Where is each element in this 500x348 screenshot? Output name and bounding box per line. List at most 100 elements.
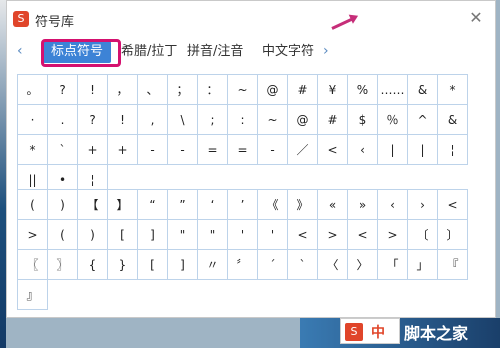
symbol-cell[interactable]: ] (168, 250, 198, 280)
window-title: 符号库 (35, 15, 75, 30)
symbol-cell[interactable]: + (78, 135, 108, 165)
symbol-cell[interactable]: ! (108, 105, 138, 135)
symbol-cell[interactable]: « (318, 190, 348, 220)
symbol-cell[interactable]: 〞 (228, 250, 258, 280)
symbol-cell[interactable]: 】 (108, 190, 138, 220)
symbol-cell[interactable]: * (18, 135, 48, 165)
prev-tab-arrow-icon[interactable]: ‹ (17, 43, 23, 59)
symbol-cell[interactable]: " (198, 220, 228, 250)
symbol-cell[interactable]: @ (258, 75, 288, 105)
symbol-cell[interactable]: ; (198, 105, 228, 135)
symbol-cell[interactable]: - (168, 135, 198, 165)
tab-greek-latin[interactable]: 希腊/拉丁 (121, 41, 177, 63)
symbol-cell[interactable]: - (258, 135, 288, 165)
symbol-cell[interactable]: > (318, 220, 348, 250)
symbol-cell[interactable]: 〈 (318, 250, 348, 280)
symbol-cell[interactable]: # (318, 105, 348, 135)
symbol-cell[interactable]: 。 (18, 75, 48, 105)
symbol-cell[interactable]: & (408, 75, 438, 105)
symbol-cell[interactable]: 》 (288, 190, 318, 220)
symbol-cell[interactable]: ´ (258, 250, 288, 280)
symbol-cell[interactable]: > (378, 220, 408, 250)
symbol-cell[interactable]: ] (138, 220, 168, 250)
symbol-cell[interactable]: @ (288, 105, 318, 135)
symbol-cell[interactable]: [ (138, 250, 168, 280)
symbol-cell[interactable]: ~ (228, 75, 258, 105)
symbol-cell[interactable]: “ (138, 190, 168, 220)
symbol-cell[interactable]: { (78, 250, 108, 280)
symbol-cell[interactable]: » (348, 190, 378, 220)
symbol-cell[interactable]: % (348, 75, 378, 105)
ime-mode-indicator[interactable]: 中 (371, 322, 385, 342)
symbol-cell[interactable]: ' (258, 220, 288, 250)
symbol-cell[interactable]: < (318, 135, 348, 165)
symbol-cell[interactable]: ` (288, 250, 318, 280)
symbol-cell[interactable]: ／ (288, 135, 318, 165)
symbol-cell[interactable]: ¥ (318, 75, 348, 105)
symbol-cell[interactable]: ( (18, 190, 48, 220)
symbol-cell[interactable]: ％ (378, 105, 408, 135)
next-tab-arrow-icon[interactable]: › (323, 43, 329, 59)
symbol-cell[interactable]: ， (108, 75, 138, 105)
symbol-cell[interactable]: - (138, 135, 168, 165)
symbol-cell[interactable]: < (438, 190, 468, 220)
ime-status-bar[interactable]: S 中 (340, 318, 400, 344)
symbol-cell[interactable]: * (438, 75, 468, 105)
tab-pinyin-zhuyin[interactable]: 拼音/注音 (187, 41, 243, 63)
symbol-cell[interactable]: # (288, 75, 318, 105)
symbol-cell[interactable]: ： (198, 75, 228, 105)
symbol-cell[interactable]: ? (78, 105, 108, 135)
symbol-cell[interactable]: 〖 (18, 250, 48, 280)
symbol-cell[interactable]: 【 (78, 190, 108, 220)
symbol-cell[interactable]: + (108, 135, 138, 165)
symbol-cell[interactable]: 〗 (48, 250, 78, 280)
symbol-cell[interactable]: ` (48, 135, 78, 165)
symbol-cell[interactable]: ” (168, 190, 198, 220)
symbol-cell[interactable]: 《 (258, 190, 288, 220)
symbol-cell[interactable]: | (378, 135, 408, 165)
symbol-cell[interactable]: < (348, 220, 378, 250)
symbol-cell[interactable]: 、 (138, 75, 168, 105)
symbol-cell[interactable]: · (18, 105, 48, 135)
symbol-cell[interactable]: [ (108, 220, 138, 250)
symbol-cell[interactable]: ) (48, 190, 78, 220)
symbol-cell[interactable]: 』 (18, 280, 48, 310)
symbol-cell[interactable]: ‹ (348, 135, 378, 165)
symbol-cell[interactable]: 」 (408, 250, 438, 280)
symbol-cell[interactable]: : (228, 105, 258, 135)
symbol-cell[interactable]: = (228, 135, 258, 165)
symbol-cell[interactable]: 〉 (348, 250, 378, 280)
symbol-cell[interactable]: | (408, 135, 438, 165)
tab-chinese-characters[interactable]: 中文字符 (262, 41, 314, 63)
symbol-cell[interactable]: ~ (258, 105, 288, 135)
symbol-cell[interactable]: < (288, 220, 318, 250)
symbol-cell[interactable]: ^ (408, 105, 438, 135)
symbol-cell[interactable]: ! (78, 75, 108, 105)
symbol-cell[interactable]: & (438, 105, 468, 135)
symbol-cell[interactable]: . (48, 105, 78, 135)
symbol-cell[interactable]: ) (78, 220, 108, 250)
symbol-cell[interactable]: ¦ (438, 135, 468, 165)
symbol-cell[interactable]: " (168, 220, 198, 250)
symbol-cell[interactable]: 『 (438, 250, 468, 280)
symbol-cell[interactable]: ’ (228, 190, 258, 220)
symbol-cell[interactable]: …… (378, 75, 408, 105)
symbol-cell[interactable]: > (18, 220, 48, 250)
symbol-cell[interactable]: ( (48, 220, 78, 250)
symbol-cell[interactable]: $ (348, 105, 378, 135)
symbol-cell[interactable]: ' (228, 220, 258, 250)
symbol-cell[interactable]: ‹ (378, 190, 408, 220)
symbol-cell[interactable]: 〔 (408, 220, 438, 250)
symbol-cell[interactable]: , (138, 105, 168, 135)
symbol-cell[interactable]: = (198, 135, 228, 165)
symbol-cell[interactable]: › (408, 190, 438, 220)
symbol-cell[interactable]: ； (168, 75, 198, 105)
symbol-cell[interactable]: 「 (378, 250, 408, 280)
symbol-cell[interactable]: \ (168, 105, 198, 135)
symbol-cell[interactable]: 〕 (438, 220, 468, 250)
close-button[interactable]: ✕ (467, 9, 485, 27)
symbol-cell[interactable]: } (108, 250, 138, 280)
symbol-cell[interactable]: ? (48, 75, 78, 105)
symbol-cell[interactable]: ‘ (198, 190, 228, 220)
symbol-cell[interactable]: 〃 (198, 250, 228, 280)
